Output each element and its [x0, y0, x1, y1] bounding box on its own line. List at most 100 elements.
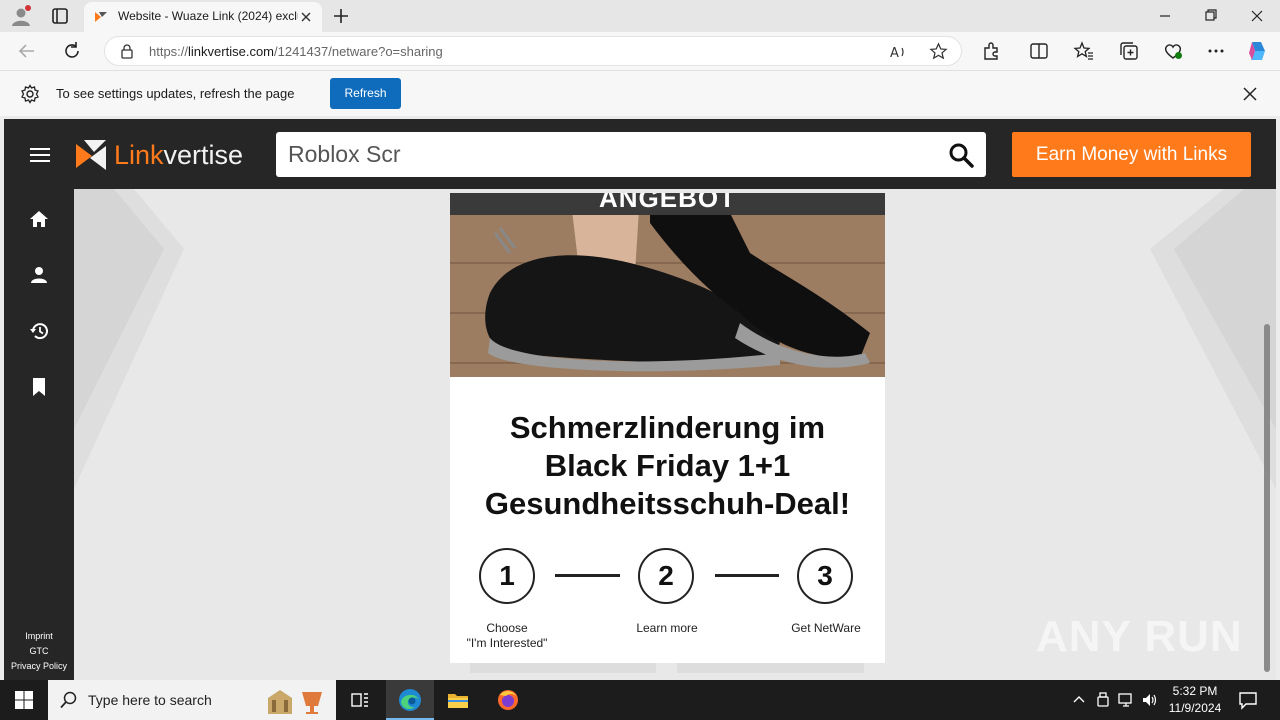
usb-device-icon[interactable] — [1094, 691, 1112, 709]
site-search-input[interactable] — [288, 138, 928, 170]
url-text[interactable]: https://linkvertise.com/1241437/netware?… — [149, 44, 443, 59]
step-3-label-line1: Get NetWare — [791, 621, 861, 635]
taskbar-search-box[interactable]: Type here to search — [48, 680, 336, 720]
ad-card[interactable]: ANGEBOT Schmerzlinderung im Black Friday… — [450, 193, 885, 663]
close-notification-icon[interactable] — [1240, 84, 1260, 104]
favorites-icon[interactable] — [1073, 40, 1095, 62]
url-path: /1241437/netware?o=sharing — [274, 44, 443, 59]
read-aloud-icon[interactable]: A — [889, 43, 907, 61]
linkvertise-logo-icon — [76, 140, 106, 170]
split-screen-icon[interactable] — [1028, 40, 1050, 62]
user-icon[interactable] — [29, 265, 49, 285]
step-2-label-line1: Learn more — [636, 621, 698, 635]
ad-headline-line: Black Friday 1+1 — [544, 448, 791, 483]
ad-shoe-image[interactable]: ANGEBOT — [450, 193, 885, 377]
windows-taskbar: Type here to search 5:32 PM 11/9/2024 — [0, 680, 1280, 720]
privacy-policy-link[interactable]: Privacy Policy — [4, 661, 74, 671]
edge-icon — [399, 689, 421, 711]
back-icon[interactable] — [16, 40, 38, 62]
close-window-icon[interactable] — [1234, 0, 1280, 32]
step-1-circle[interactable]: 1 — [479, 548, 535, 604]
profile-icon[interactable] — [10, 5, 32, 27]
gtc-link[interactable]: GTC — [4, 646, 74, 656]
browser-tab-strip: Website - Wuaze Link (2024) exclusive — [0, 0, 1280, 32]
lock-icon[interactable] — [119, 43, 135, 59]
new-tab-icon[interactable] — [330, 5, 352, 27]
step-3-circle[interactable]: 3 — [797, 548, 853, 604]
extensions-icon[interactable] — [980, 40, 1002, 62]
taskbar-search-placeholder: Type here to search — [88, 692, 212, 708]
restore-icon[interactable] — [1188, 0, 1234, 32]
site-search-box[interactable] — [276, 132, 986, 177]
gear-icon — [21, 84, 39, 104]
shoe-photo-illustration — [450, 193, 885, 377]
linkvertise-favicon-icon — [95, 12, 107, 22]
clock-time: 5:32 PM — [1172, 684, 1218, 698]
system-clock[interactable]: 5:32 PM 11/9/2024 — [1160, 683, 1230, 717]
imprint-link[interactable]: Imprint — [4, 631, 74, 641]
tab-close-icon[interactable] — [296, 7, 316, 27]
settings-notification-bar: To see settings updates, refresh the pag… — [0, 70, 1280, 116]
hamburger-menu-icon[interactable] — [30, 147, 50, 163]
step-2-circle[interactable]: 2 — [638, 548, 694, 604]
search-icon[interactable] — [948, 142, 974, 168]
next-card-edge — [470, 663, 656, 673]
task-view-icon — [351, 693, 368, 707]
step-1-label-line1: Choose — [486, 621, 528, 635]
reload-icon[interactable] — [61, 40, 83, 62]
network-icon[interactable] — [1117, 691, 1135, 709]
tab-actions-icon[interactable] — [50, 6, 70, 26]
step-connector — [555, 574, 620, 577]
copilot-icon[interactable] — [1246, 39, 1270, 63]
search-highlight-illustration-icon — [268, 690, 322, 714]
volume-icon[interactable] — [1141, 691, 1159, 709]
notification-center-icon[interactable] — [1238, 690, 1258, 710]
linkvertise-page: Linkvertise Earn Money with Links — [4, 119, 1276, 680]
bookmark-icon[interactable] — [29, 377, 49, 397]
task-view-button[interactable] — [336, 680, 384, 720]
edge-taskbar-button[interactable] — [386, 680, 434, 720]
logo-text-vertise: vertise — [163, 140, 244, 170]
step-2-label: Learn more — [607, 621, 727, 636]
minimize-icon[interactable] — [1142, 0, 1188, 32]
step-connector — [715, 574, 779, 577]
windows-start-icon[interactable] — [14, 690, 34, 710]
collections-icon[interactable] — [1118, 40, 1140, 62]
url-scheme: https:// — [149, 44, 189, 59]
tab-title: Website - Wuaze Link (2024) exclusive — [118, 9, 298, 23]
ad-headline: Schmerzlinderung im Black Friday 1+1 Ges… — [460, 409, 875, 523]
folder-icon — [448, 694, 468, 708]
firefox-taskbar-button[interactable] — [484, 680, 532, 720]
refresh-button[interactable]: Refresh — [330, 78, 401, 109]
more-options-icon[interactable] — [1205, 40, 1227, 62]
anyrun-watermark: ANY RUN — [1036, 612, 1243, 661]
page-viewport: Linkvertise Earn Money with Links — [0, 116, 1280, 680]
browser-essentials-icon[interactable] — [1162, 40, 1184, 62]
notification-message: To see settings updates, refresh the pag… — [56, 86, 295, 101]
svg-text:A: A — [890, 46, 899, 61]
earn-money-button[interactable]: Earn Money with Links — [1012, 132, 1251, 177]
address-bar[interactable]: https://linkvertise.com/1241437/netware?… — [104, 36, 962, 66]
history-icon[interactable] — [29, 321, 49, 341]
browser-toolbar: https://linkvertise.com/1241437/netware?… — [0, 32, 1280, 70]
ad-banner-text: ANGEBOT — [599, 193, 736, 213]
ad-headline-line: Gesundheitsschuh-Deal! — [484, 486, 851, 521]
favorite-star-icon[interactable] — [929, 42, 948, 61]
page-scrollbar[interactable] — [1260, 236, 1274, 676]
scrollbar-thumb[interactable] — [1264, 324, 1270, 672]
site-sidebar: Imprint GTC Privacy Policy — [4, 189, 74, 680]
linkvertise-logo[interactable]: Linkvertise — [74, 138, 254, 172]
step-1-label-line2: "I'm Interested" — [466, 636, 548, 650]
site-header: Linkvertise Earn Money with Links — [4, 119, 1276, 189]
active-tab[interactable]: Website - Wuaze Link (2024) exclusive — [84, 2, 322, 32]
logo-text: Linkvertise — [114, 140, 243, 171]
file-explorer-taskbar-button[interactable] — [434, 680, 482, 720]
ad-headline-line: Schmerzlinderung im — [509, 410, 826, 445]
next-card-edge — [677, 663, 864, 673]
firefox-icon — [498, 690, 518, 710]
step-3-label: Get NetWare — [766, 621, 885, 636]
logo-text-link: Link — [114, 140, 164, 170]
show-hidden-icons-icon[interactable] — [1070, 691, 1088, 709]
step-1-label: Choose "I'm Interested" — [450, 621, 567, 651]
home-icon[interactable] — [29, 209, 49, 229]
